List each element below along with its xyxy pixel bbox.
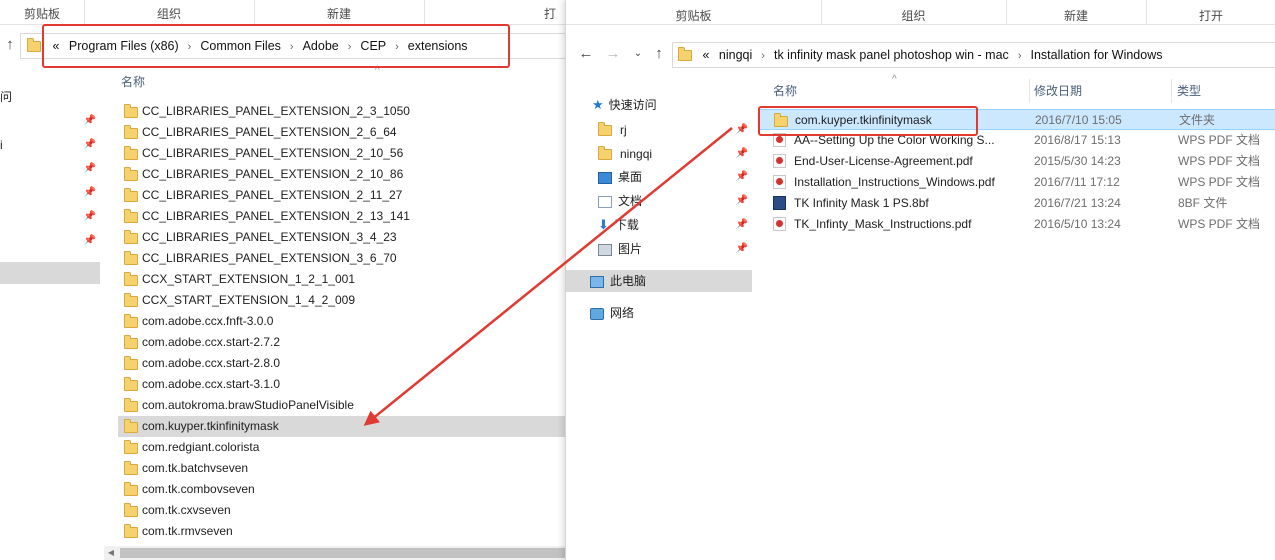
- annotation-arrow-icon: [363, 127, 733, 426]
- annotation-arrow-line: [363, 127, 733, 426]
